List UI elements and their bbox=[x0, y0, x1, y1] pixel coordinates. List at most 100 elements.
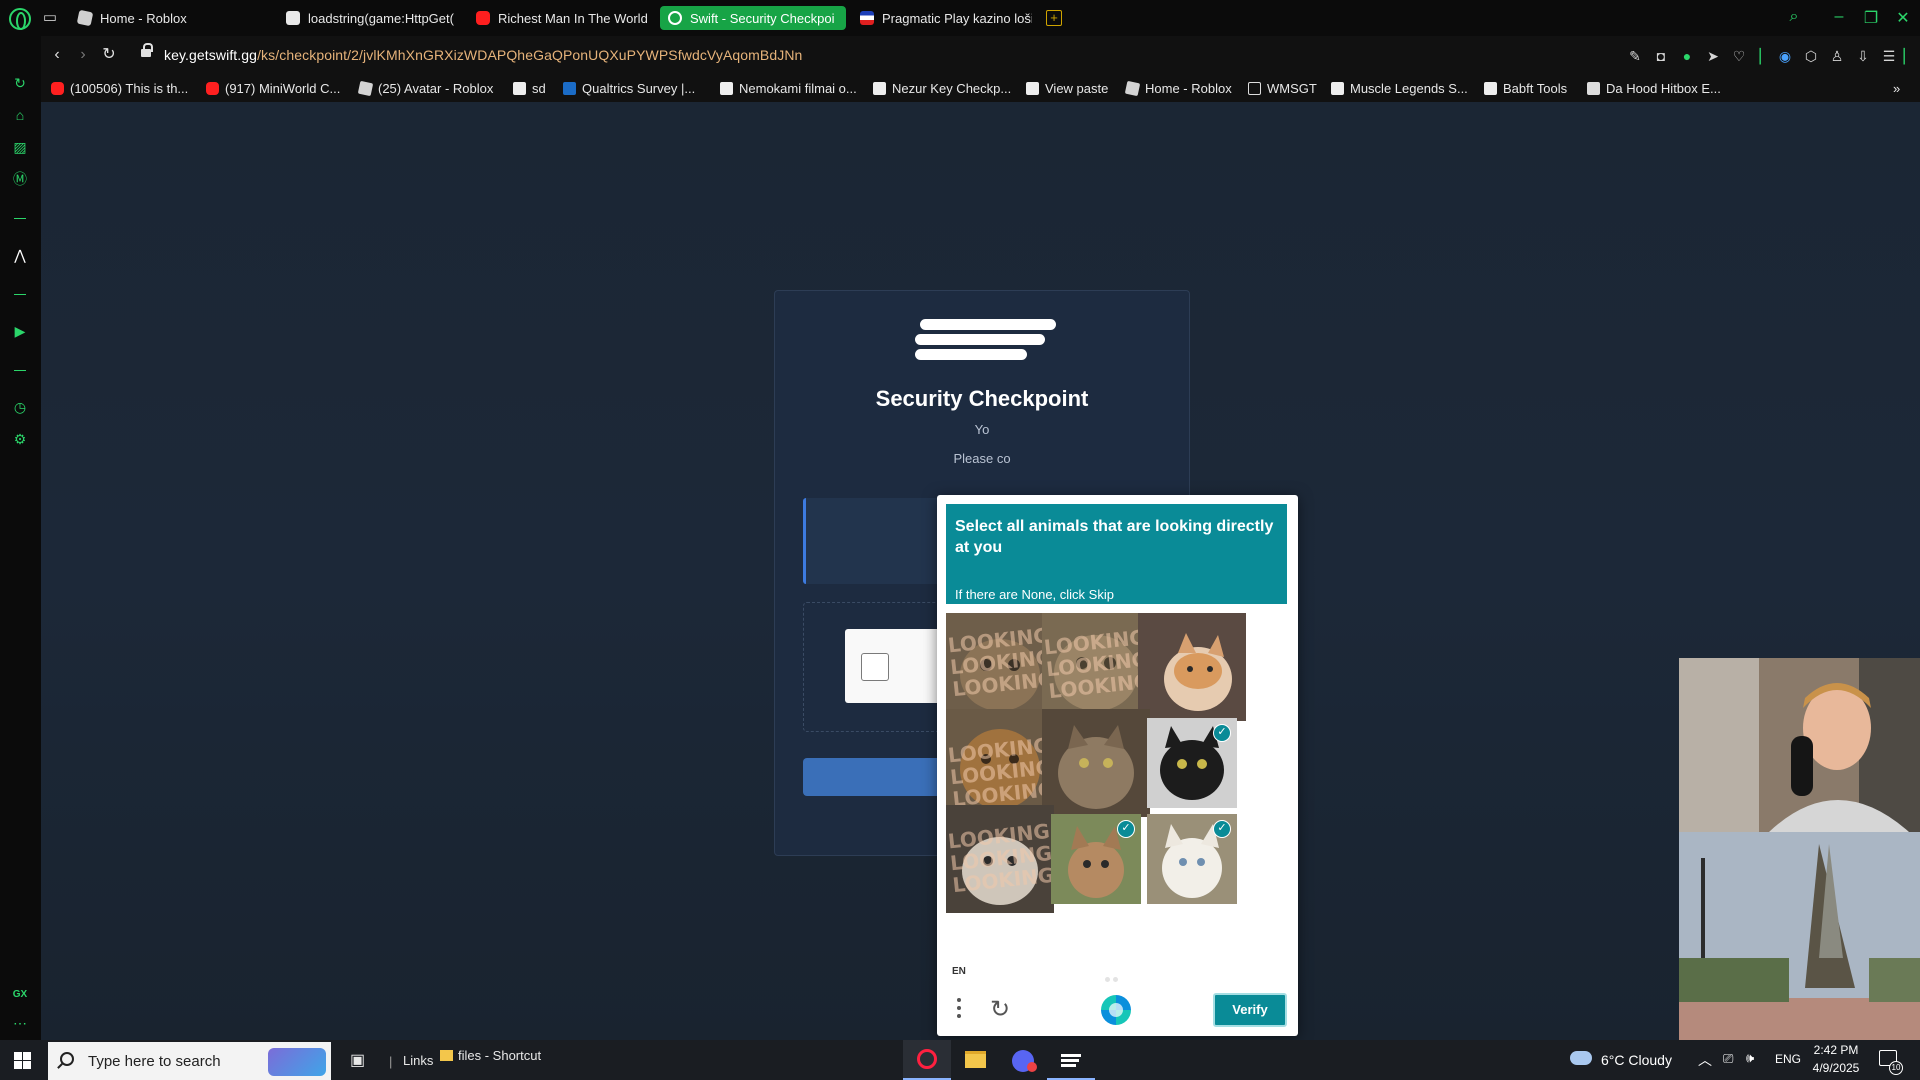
verify-button[interactable]: Verify bbox=[1213, 993, 1287, 1027]
taskbar-file-explorer[interactable] bbox=[951, 1040, 999, 1080]
challenge-tile[interactable]: LOOKING LOOKING LOOKING bbox=[1042, 613, 1150, 721]
extension-blue-icon[interactable]: ◉ bbox=[1776, 47, 1794, 65]
challenge-tile-selected[interactable]: ✓ bbox=[1147, 814, 1237, 904]
player-icon[interactable]: ▶ bbox=[11, 322, 29, 340]
webcam-image bbox=[1679, 658, 1920, 1080]
refresh-icon[interactable]: ↻ bbox=[987, 997, 1013, 1023]
challenge-tile[interactable]: LOOKING LOOKING LOOKING bbox=[946, 613, 1054, 721]
more-icon[interactable]: ⋯ bbox=[11, 1014, 29, 1032]
challenge-progress-dots bbox=[1105, 969, 1127, 982]
settings-icon[interactable]: ⚙ bbox=[11, 430, 29, 448]
bookmark-item[interactable]: View paste bbox=[1026, 81, 1108, 96]
language-selector[interactable]: EN bbox=[952, 966, 966, 977]
easy-setup-icon[interactable]: ✎ bbox=[1626, 47, 1644, 65]
task-view-icon[interactable]: ▣ bbox=[350, 1050, 365, 1070]
reload-button[interactable]: ↻ bbox=[99, 45, 119, 65]
notification-badge bbox=[1027, 1062, 1037, 1072]
vpn-shield-icon[interactable]: ● bbox=[1678, 47, 1696, 65]
minimize-button[interactable]: – bbox=[1829, 8, 1849, 26]
account-icon[interactable]: ♙ bbox=[1828, 47, 1846, 65]
challenge-tile[interactable]: LOOKING LOOKING LOOKING bbox=[946, 805, 1054, 913]
twitch-icon[interactable]: ▨ bbox=[11, 138, 29, 156]
file-explorer-icon bbox=[965, 1051, 986, 1068]
sidebar-toggle-icon[interactable]: ▏ bbox=[1900, 47, 1918, 65]
lock-icon bbox=[141, 43, 153, 57]
forward-button[interactable]: › bbox=[73, 45, 93, 65]
captcha-checkbox[interactable] bbox=[861, 653, 889, 681]
download-icon[interactable]: ⇩ bbox=[1854, 47, 1872, 65]
folder-icon bbox=[1248, 82, 1261, 95]
messenger-icon[interactable]: Ⓜ bbox=[11, 170, 29, 188]
challenge-tile[interactable]: LOOKING LOOKING LOOKING bbox=[946, 709, 1054, 817]
gx-control-icon[interactable]: ↻ bbox=[11, 74, 29, 92]
menu-icon[interactable] bbox=[956, 998, 962, 1022]
send-icon[interactable]: ➤ bbox=[1704, 47, 1722, 65]
bookmark-item[interactable]: Babft Tools bbox=[1484, 81, 1567, 96]
menu-icon[interactable]: ☰ bbox=[1880, 47, 1898, 65]
input-language[interactable]: ENG bbox=[1775, 1052, 1801, 1066]
distorted-text: LOOKING LOOKING LOOKING bbox=[1042, 624, 1150, 704]
taskbar-discord[interactable] bbox=[999, 1040, 1047, 1080]
taskbar-swift[interactable] bbox=[1047, 1040, 1095, 1080]
bookmark-item[interactable]: Nezur Key Checkp... bbox=[873, 81, 1011, 96]
tab-pragmatic-play[interactable]: Pragmatic Play kazino lošim bbox=[852, 6, 1032, 30]
folder-icon bbox=[440, 1050, 453, 1061]
hcaptcha-logo-icon[interactable] bbox=[1101, 995, 1131, 1025]
document-icon bbox=[720, 82, 733, 95]
new-tab-button[interactable]: + bbox=[1046, 10, 1062, 26]
bookmark-item[interactable]: (917) MiniWorld C... bbox=[206, 81, 340, 96]
tab-island-icon[interactable]: ▭ bbox=[40, 8, 60, 28]
network-icon[interactable]: ⎚ bbox=[1723, 1051, 1733, 1067]
url-field[interactable]: key.getswift.gg/ks/checkpoint/2/jvlKMhXn… bbox=[164, 47, 802, 63]
tab-home-roblox[interactable]: Home - Roblox bbox=[70, 6, 220, 30]
bookmark-item[interactable]: Qualtrics Survey |... bbox=[563, 81, 695, 96]
start-button[interactable] bbox=[14, 1052, 31, 1069]
extensions-cube-icon[interactable]: ⬡ bbox=[1802, 47, 1820, 65]
taskbar-opera-gx[interactable] bbox=[903, 1040, 951, 1080]
gx-corner-icon[interactable]: ⌂ bbox=[11, 106, 29, 124]
card-instructions: Please co bbox=[953, 451, 1011, 466]
history-icon[interactable]: ◷ bbox=[11, 398, 29, 416]
tab-loadstring[interactable]: loadstring(game:HttpGet( bbox=[278, 6, 458, 30]
challenge-tile-selected[interactable]: ✓ bbox=[1147, 718, 1237, 808]
bookmark-item[interactable]: Muscle Legends S... bbox=[1331, 81, 1468, 96]
show-hidden-icons-button[interactable]: ︿ bbox=[1698, 1050, 1712, 1070]
bookmark-item[interactable]: Da Hood Hitbox E... bbox=[1587, 81, 1721, 96]
bookmark-item[interactable]: Nemokami filmai o... bbox=[720, 81, 857, 96]
search-icon bbox=[60, 1052, 74, 1066]
files-shortcut[interactable]: files - Shortcut bbox=[440, 1048, 541, 1063]
heart-icon[interactable]: ♡ bbox=[1730, 47, 1748, 65]
taskbar-search[interactable]: Type here to search bbox=[48, 1042, 331, 1080]
selected-check-icon: ✓ bbox=[1213, 820, 1231, 838]
document-icon bbox=[1331, 82, 1344, 95]
bookmark-item[interactable]: WMSGT bbox=[1248, 81, 1317, 96]
bookmarks-overflow-icon[interactable]: » bbox=[1893, 81, 1900, 96]
volume-icon[interactable]: 🕪 bbox=[1746, 1050, 1754, 1066]
youtube-icon bbox=[51, 82, 64, 95]
bookmark-item[interactable]: (25) Avatar - Roblox bbox=[357, 80, 493, 97]
challenge-tile[interactable] bbox=[1138, 613, 1246, 721]
tab-richest-man[interactable]: Richest Man In The World bbox=[468, 6, 648, 30]
document-icon bbox=[873, 82, 886, 95]
links-toolbar[interactable]: Links bbox=[403, 1053, 433, 1068]
sidebar-divider bbox=[14, 294, 26, 295]
search-tabs-icon[interactable]: ⌕ bbox=[1784, 8, 1804, 26]
close-button[interactable]: ✕ bbox=[1893, 8, 1913, 28]
tab-swift-security[interactable]: Swift - Security Checkpoi bbox=[660, 6, 846, 30]
bookmark-item[interactable]: (100506) This is th... bbox=[51, 81, 188, 96]
aria-icon[interactable]: ⋀ bbox=[11, 246, 29, 264]
clock-time[interactable]: 2:42 PM bbox=[1810, 1043, 1862, 1057]
gx-label[interactable]: GX bbox=[11, 986, 29, 1004]
roblox-icon bbox=[357, 80, 374, 97]
back-button[interactable]: ‹ bbox=[47, 45, 67, 65]
bookmark-item[interactable]: sd bbox=[513, 81, 546, 96]
maximize-button[interactable]: ❐ bbox=[1861, 8, 1881, 28]
challenge-tile[interactable] bbox=[1042, 709, 1150, 817]
bookmark-item[interactable]: Home - Roblox bbox=[1124, 80, 1232, 97]
distorted-text: LOOKING LOOKING LOOKING bbox=[946, 732, 1054, 812]
opera-gx-logo-icon[interactable] bbox=[9, 8, 31, 30]
weather-text[interactable]: 6°C Cloudy bbox=[1601, 1052, 1672, 1068]
clock-date[interactable]: 4/9/2025 bbox=[1806, 1061, 1866, 1075]
snapshot-icon[interactable]: ◘ bbox=[1652, 47, 1670, 65]
challenge-tile-selected[interactable]: ✓ bbox=[1051, 814, 1141, 904]
